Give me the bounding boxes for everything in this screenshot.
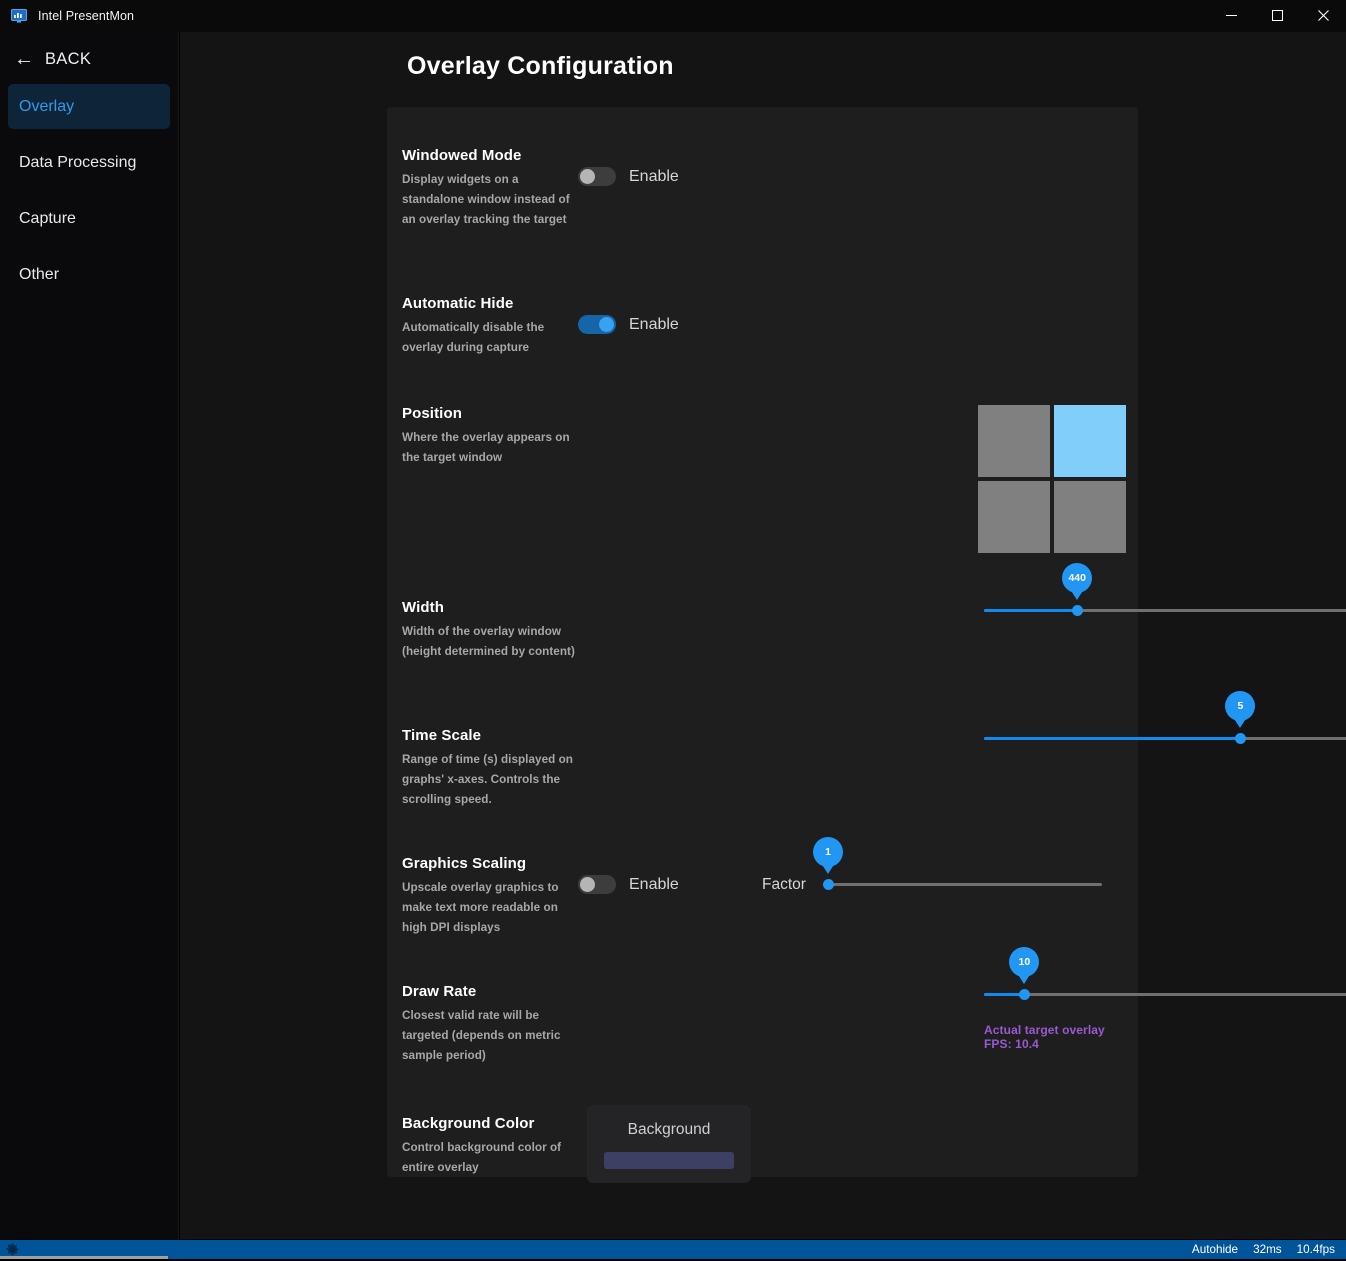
sidebar-item-label: Capture [19, 210, 76, 228]
background-color-button-label: Background [628, 1121, 711, 1139]
sidebar-item-other[interactable]: Other [8, 252, 170, 297]
slider-track [828, 883, 1102, 886]
sidebar-item-label: Overlay [19, 98, 74, 116]
graphics-scaling-toggle-group[interactable]: Enable [578, 875, 679, 894]
close-button[interactable] [1300, 0, 1346, 32]
nav-spacer [0, 241, 178, 252]
nav-spacer [0, 129, 178, 140]
factor-label: Factor [762, 876, 806, 894]
automatic-hide-toggle-group[interactable]: Enable [578, 315, 679, 334]
window-controls [1208, 0, 1346, 32]
slider-thumb[interactable] [823, 879, 834, 890]
setting-label-column: Automatic Hide Automatically disable the… [402, 295, 580, 358]
title-bar: Intel PresentMon [0, 0, 1346, 32]
slider-thumb[interactable] [1235, 733, 1246, 744]
slider-thumb[interactable] [1019, 989, 1030, 1000]
maximize-button[interactable] [1254, 0, 1300, 32]
setting-description: Range of time (s) displayed on graphs' x… [402, 750, 580, 810]
app-icon [11, 8, 27, 24]
setting-title: Time Scale [402, 727, 580, 744]
setting-label-column: Time Scale Range of time (s) displayed o… [402, 727, 580, 810]
setting-description: Display widgets on a standalone window i… [402, 170, 580, 230]
status-autohide: Autohide [1192, 1243, 1238, 1256]
status-fps: 10.4fps [1297, 1243, 1335, 1256]
toggle-knob [580, 877, 595, 892]
slider-value-bubble: 1 [813, 837, 843, 867]
toggle-label: Enable [629, 876, 679, 894]
windowed-mode-toggle[interactable] [578, 167, 616, 186]
setting-label-column: Width Width of the overlay window (heigh… [402, 599, 580, 662]
setting-title: Automatic Hide [402, 295, 580, 312]
back-button[interactable]: ← BACK [14, 44, 178, 74]
status-bar-metrics: Autohide 32ms 10.4fps [1192, 1243, 1335, 1256]
setting-title: Position [402, 405, 580, 422]
minimize-button[interactable] [1208, 0, 1254, 32]
setting-label-column: Graphics Scaling Upscale overlay graphic… [402, 855, 580, 938]
back-label: BACK [45, 50, 91, 69]
sidebar-item-label: Data Processing [19, 154, 136, 172]
sidebar-item-capture[interactable]: Capture [8, 196, 170, 241]
draw-rate-note: Actual target overlay FPS: 10.4 [984, 1023, 1123, 1051]
setting-description: Closest valid rate will be targeted (dep… [402, 1006, 580, 1066]
background-color-swatch[interactable] [604, 1152, 734, 1169]
width-slider[interactable]: 440 [984, 609, 1346, 612]
setting-title: Draw Rate [402, 983, 580, 1000]
position-cell-top-left[interactable] [978, 405, 1050, 477]
graphics-scaling-toggle[interactable] [578, 875, 616, 894]
slider-value-bubble: 5 [1225, 691, 1255, 721]
settings-panel: Windowed Mode Display widgets on a stand… [387, 107, 1138, 1177]
main-content: Overlay Configuration Windowed Mode Disp… [180, 32, 1346, 1240]
position-cell-top-right[interactable] [1054, 405, 1126, 477]
setting-title: Graphics Scaling [402, 855, 580, 872]
sidebar-item-label: Other [19, 266, 59, 284]
position-cell-bottom-left[interactable] [978, 481, 1050, 553]
toggle-label: Enable [629, 168, 679, 186]
slider-value-bubble: 10 [1009, 947, 1039, 977]
slider-track [984, 993, 1346, 996]
setting-description: Width of the overlay window (height dete… [402, 622, 580, 662]
setting-label-column: Position Where the overlay appears on th… [402, 405, 580, 468]
graphics-scaling-factor-slider[interactable]: 1 [828, 883, 1102, 886]
nav-spacer [0, 185, 178, 196]
slider-value-bubble: 440 [1062, 563, 1092, 593]
toggle-label: Enable [629, 316, 679, 334]
setting-label-column: Background Color Control background colo… [402, 1115, 580, 1178]
setting-label-column: Draw Rate Closest valid rate will be tar… [402, 983, 580, 1066]
toggle-knob [599, 317, 614, 332]
position-cell-bottom-right[interactable] [1054, 481, 1126, 553]
gear-icon[interactable] [6, 1243, 19, 1256]
setting-title: Windowed Mode [402, 147, 580, 164]
draw-rate-slider[interactable]: 10 [984, 993, 1346, 996]
setting-label-column: Windowed Mode Display widgets on a stand… [402, 147, 580, 230]
position-grid[interactable] [978, 405, 1126, 553]
setting-title: Background Color [402, 1115, 580, 1132]
sidebar: ← BACK Overlay Data Processing Capture O… [0, 32, 179, 1240]
setting-description: Upscale overlay graphics to make text mo… [402, 878, 580, 938]
status-latency: 32ms [1253, 1243, 1282, 1256]
background-color-button[interactable]: Background [587, 1105, 751, 1183]
page-title: Overlay Configuration [407, 52, 674, 81]
setting-title: Width [402, 599, 580, 616]
windowed-mode-toggle-group[interactable]: Enable [578, 167, 679, 186]
sidebar-item-data-processing[interactable]: Data Processing [8, 140, 170, 185]
arrow-left-icon: ← [14, 49, 34, 69]
slider-thumb[interactable] [1072, 605, 1083, 616]
time-scale-slider[interactable]: 5 [984, 737, 1346, 740]
toggle-knob [580, 169, 595, 184]
setting-description: Where the overlay appears on the target … [402, 428, 580, 468]
slider-fill [984, 609, 1077, 612]
automatic-hide-toggle[interactable] [578, 315, 616, 334]
setting-description: Automatically disable the overlay during… [402, 318, 580, 358]
app-title: Intel PresentMon [38, 9, 134, 23]
sidebar-item-overlay[interactable]: Overlay [8, 84, 170, 129]
slider-fill [984, 737, 1240, 740]
setting-description: Control background color of entire overl… [402, 1138, 580, 1178]
